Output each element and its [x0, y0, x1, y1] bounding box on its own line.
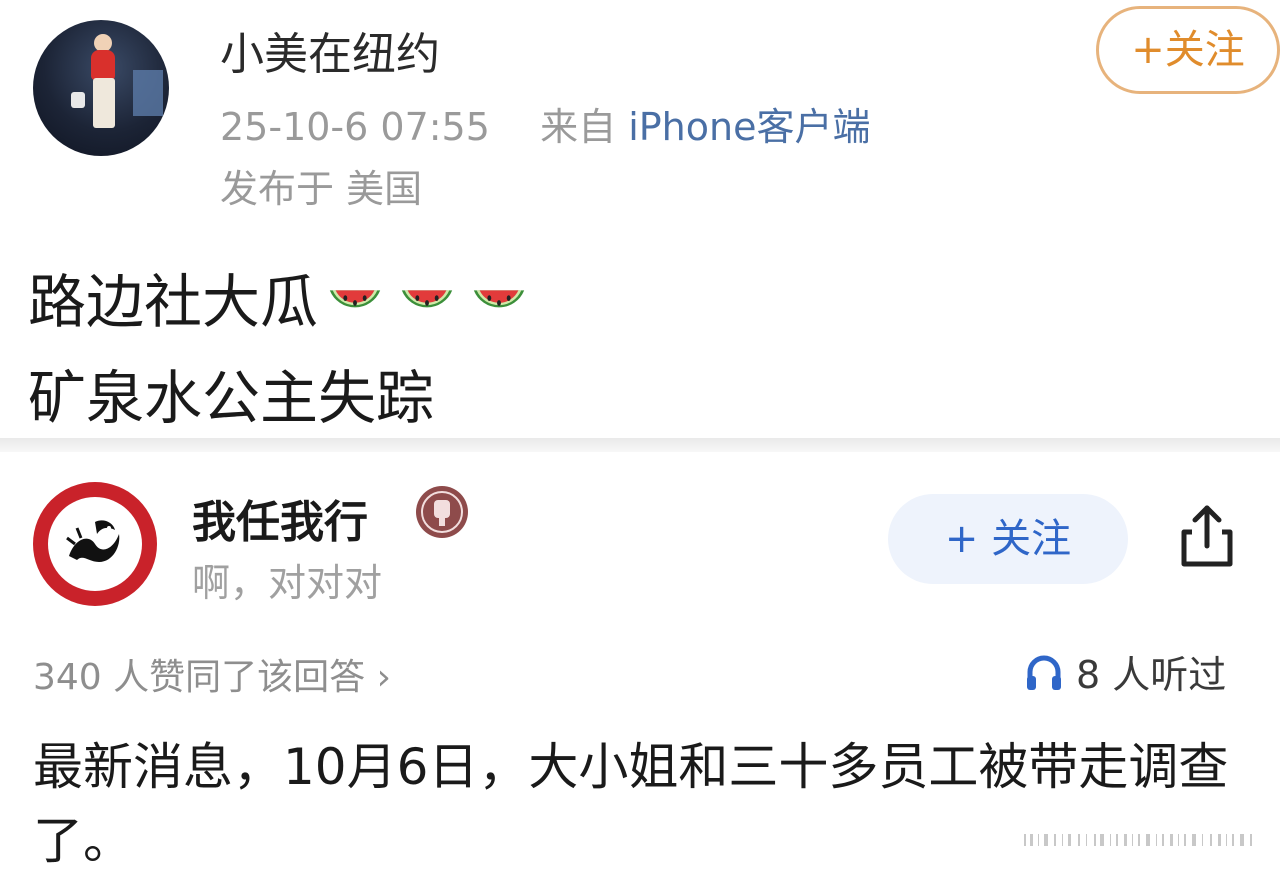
post-content-line2: 矿泉水公主失踪 — [28, 364, 435, 432]
post-meta: 25-10-6 07:55 来自 iPhone客户端 — [220, 96, 870, 151]
barcode-watermark — [1020, 832, 1256, 848]
follow-button[interactable]: + 关注 — [888, 494, 1128, 584]
post-content: 路边社大瓜 矿泉水公主失踪 — [28, 254, 530, 446]
avatar-background-detail — [133, 70, 163, 116]
zhihu-answer: 我任我行 啊，对对对 + 关注 340 人赞同了该回答 › 8 人听过 最新消息… — [0, 452, 1280, 877]
watermelon-emoji-group — [324, 271, 530, 333]
answer-author-name[interactable]: 我任我行 — [192, 486, 368, 550]
listen-count[interactable]: 8 人听过 — [1022, 644, 1226, 699]
post-source[interactable]: iPhone客户端 — [628, 105, 870, 149]
post-timestamp: 25-10-6 07:55 — [220, 105, 490, 149]
dragon-emblem — [48, 497, 142, 591]
watermelon-icon — [473, 290, 525, 308]
post-location: 发布于 美国 — [220, 167, 423, 211]
avatar-person-bag — [71, 92, 85, 108]
watermelon-icon — [329, 290, 381, 308]
upvote-count[interactable]: 340 人赞同了该回答 › — [33, 648, 391, 700]
author-name[interactable]: 小美在纽约 — [220, 18, 440, 82]
share-icon[interactable] — [1170, 500, 1244, 574]
author-avatar[interactable] — [33, 20, 169, 156]
headphones-icon — [1027, 655, 1061, 690]
answer-author-avatar[interactable] — [33, 482, 157, 606]
avatar-person-legs — [93, 78, 115, 128]
avatar-person-body — [91, 50, 115, 80]
post-content-line1: 路边社大瓜 — [28, 268, 319, 336]
watermelon-icon — [401, 290, 453, 308]
dragon-icon — [66, 520, 120, 562]
answer-author-bio: 啊，对对对 — [192, 561, 383, 605]
screenshot-divider — [0, 438, 1280, 452]
from-label: 来自 — [540, 105, 617, 149]
weibo-post: 小美在纽约 25-10-6 07:55 来自 iPhone客户端 发布于 美国 … — [0, 0, 1280, 440]
vip-badge-icon — [416, 486, 468, 538]
follow-button[interactable]: +关注 — [1096, 6, 1280, 94]
listen-count-text: 8 人听过 — [1076, 653, 1227, 697]
